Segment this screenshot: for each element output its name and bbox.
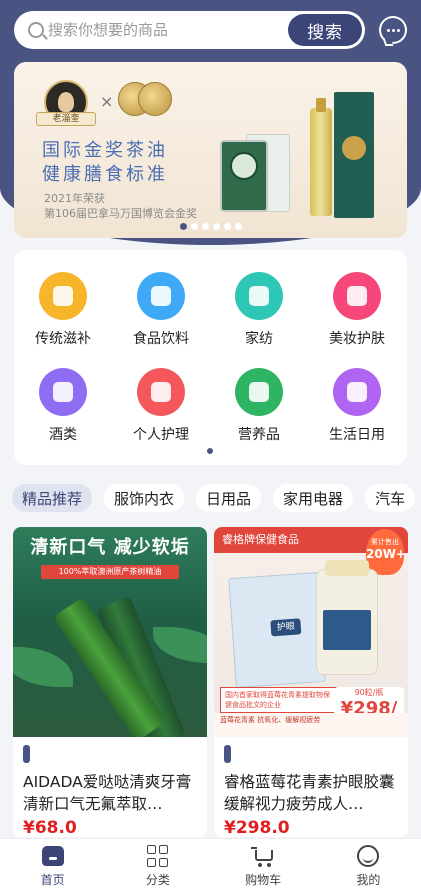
category-label: 生活日用: [329, 427, 385, 443]
product-card[interactable]: 清新口气 减少软垢 100%萃取澳洲原产茶树精油 AIDADA爱哒哒清爽牙膏清新…: [13, 527, 207, 837]
cosmetics-icon: [333, 272, 381, 320]
nav-category[interactable]: 分类: [105, 839, 210, 893]
leaf-decoration: [153, 627, 207, 663]
brand-name: 老淄奎: [36, 112, 96, 126]
product-image: 睿格牌保健食品 累计售出 20W+ 护眼 国内首家取得蓝莓花青素提取物保健食品批文…: [214, 527, 408, 737]
user-icon: [356, 844, 380, 868]
banner-title: 健康膳食标准: [42, 164, 168, 185]
nav-cart[interactable]: 购物车: [211, 839, 316, 893]
category-label: 美妆护肤: [329, 331, 385, 347]
oil-bottle-image: [310, 98, 332, 216]
lotion-bottle-icon: [137, 368, 185, 416]
nav-label: 分类: [145, 873, 170, 887]
unit-label: 90粒/瓶: [354, 688, 384, 697]
message-icon[interactable]: [379, 16, 407, 44]
cart-icon: [251, 844, 275, 868]
product-name: 睿格蓝莓花青素护眼胶囊缓解视力疲劳成人…: [224, 773, 395, 813]
product-price: ¥68.0: [23, 818, 77, 837]
product-card[interactable]: 睿格牌保健食品 累计售出 20W+ 护眼 国内首家取得蓝莓花青素提取物保健食品批文…: [214, 527, 408, 837]
banner-title: 国际金奖茶油: [42, 140, 168, 161]
bottom-navigation: 首页 分类 购物车 我的: [0, 838, 421, 893]
product-price: ¥298.0: [224, 818, 290, 837]
heart-hand-icon: [39, 272, 87, 320]
gift-box-image: [334, 92, 374, 218]
sales-burst-badge: 累计售出 20W+: [366, 529, 406, 575]
popsicle-icon: [137, 272, 185, 320]
category-grid: 传统滋补 食品饮料 家纺 美妆护肤 酒类 个人护理 营养品 生活日用: [14, 250, 407, 465]
search-button[interactable]: 搜索: [288, 14, 363, 46]
title-accent: [224, 745, 231, 763]
curtain-icon: [235, 272, 283, 320]
page-dot[interactable]: [179, 223, 187, 230]
page-dot[interactable]: [223, 223, 231, 230]
benefit-strip: 蓝莓花青素 抗氧化、缓解视疲劳: [214, 713, 408, 737]
nav-label: 购物车: [245, 873, 282, 887]
page-dot[interactable]: [190, 223, 198, 230]
category-item[interactable]: 营养品: [210, 368, 308, 444]
tab-auto[interactable]: 汽车: [365, 484, 416, 512]
oil-tin-image: [220, 140, 268, 212]
category-item[interactable]: 酒类: [14, 368, 112, 444]
search-bar: 搜索: [14, 10, 407, 50]
burst-value: 20W+: [366, 547, 406, 561]
nav-label: 我的: [356, 873, 381, 887]
product-image: 清新口气 减少软垢 100%萃取澳洲原产茶树精油: [13, 527, 207, 737]
times-symbol: ×: [100, 92, 114, 111]
category-item[interactable]: 食品饮料: [112, 272, 210, 348]
home-icon: [41, 844, 65, 868]
image-subline: 100%萃取澳洲原产茶树精油: [41, 565, 179, 579]
tab-appliances[interactable]: 家用电器: [273, 484, 354, 512]
category-label: 个人护理: [133, 427, 189, 443]
product-tabs: 精品推荐 服饰内衣 日用品 家用电器 汽车: [12, 484, 421, 512]
leaf-decoration: [13, 647, 73, 687]
burst-label: 累计售出: [371, 538, 399, 546]
tab-daily-goods[interactable]: 日用品: [196, 484, 262, 512]
nav-label: 首页: [40, 873, 65, 887]
sofa-icon: [333, 368, 381, 416]
category-label: 传统滋补: [35, 331, 91, 347]
category-item[interactable]: 家纺: [210, 272, 308, 348]
page-dot[interactable]: [234, 223, 242, 230]
category-label: 酒类: [49, 427, 77, 443]
nav-home[interactable]: 首页: [0, 839, 105, 893]
certification-ribbon: 国内首家取得蓝莓花青素提取物保健食品批文的企业: [220, 687, 340, 713]
category-label: 家纺: [245, 331, 273, 347]
category-item[interactable]: 个人护理: [112, 368, 210, 444]
search-box[interactable]: 搜索: [14, 11, 366, 49]
category-label: 营养品: [238, 427, 280, 443]
banner-subtitle: 2021年荣获: [44, 192, 105, 205]
product-box-image: 护眼: [228, 571, 326, 689]
page-dot[interactable]: [201, 223, 209, 230]
promo-banner[interactable]: 老淄奎 × 国际金奖茶油 健康膳食标准 2021年荣获 第106届巴拿马万国博览…: [14, 62, 407, 238]
banner-subtitle: 第106届巴拿马万国博览会金奖: [44, 207, 197, 220]
title-accent: [23, 745, 30, 763]
eye-care-tag: 护眼: [270, 618, 302, 637]
search-icon: [28, 22, 44, 38]
grid-icon: [146, 844, 170, 868]
category-item[interactable]: 传统滋补: [14, 272, 112, 348]
wine-jar-icon: [39, 368, 87, 416]
category-page-dot: [207, 448, 213, 454]
category-item[interactable]: 美妆护肤: [308, 272, 406, 348]
search-input[interactable]: [48, 21, 278, 39]
category-item[interactable]: 生活日用: [308, 368, 406, 444]
product-name: AIDADA爱哒哒清爽牙膏清新口气无氟萃取…: [23, 773, 192, 813]
supplement-jar-image: [316, 560, 378, 675]
gold-medal-icon: [138, 82, 172, 116]
category-label: 食品饮料: [133, 331, 189, 347]
banner-pagination: [0, 223, 421, 230]
nav-me[interactable]: 我的: [316, 839, 421, 893]
image-headline: 清新口气 减少软垢: [30, 537, 190, 558]
page-dot[interactable]: [212, 223, 220, 230]
tab-apparel[interactable]: 服饰内衣: [104, 484, 185, 512]
supplement-jar-icon: [235, 368, 283, 416]
tab-featured[interactable]: 精品推荐: [12, 484, 93, 512]
